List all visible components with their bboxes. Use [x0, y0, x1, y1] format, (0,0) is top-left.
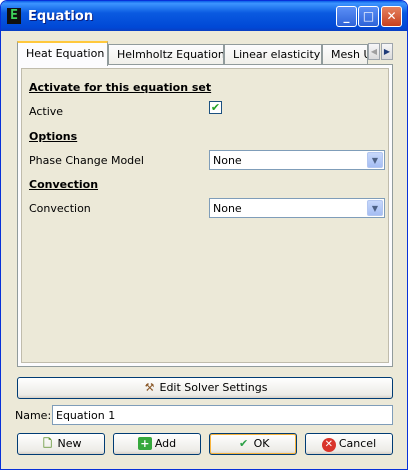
convection-select[interactable]: None ▼: [209, 198, 385, 218]
name-input[interactable]: [52, 405, 393, 425]
ok-label: OK: [253, 437, 270, 450]
minimize-button[interactable]: _: [336, 6, 357, 27]
checkmark-icon: ✔: [238, 437, 249, 450]
new-document-icon: 🗋: [43, 437, 52, 450]
name-label: Name:: [15, 409, 52, 422]
equation-tabs: Heat Equation Helmholtz Equation Linear …: [17, 41, 393, 66]
add-label: Add: [154, 437, 177, 450]
activate-section-heading: Activate for this equation set: [29, 81, 212, 94]
maximize-icon: □: [362, 9, 375, 23]
edit-solver-settings-button[interactable]: ⚒ Edit Solver Settings: [17, 377, 393, 399]
active-checkbox[interactable]: ✔: [209, 101, 222, 114]
new-label: New: [57, 437, 82, 450]
heat-equation-settings: Activate for this equation set Active ✔ …: [21, 68, 389, 363]
phase-change-value: None: [213, 154, 242, 167]
window-title: Equation: [28, 9, 94, 24]
tab-heat-equation[interactable]: Heat Equation: [17, 41, 108, 66]
convection-label: Convection: [29, 202, 91, 215]
tab-mesh-update[interactable]: Mesh Update: [322, 44, 368, 65]
new-button[interactable]: 🗋 New: [17, 433, 105, 455]
cancel-label: Cancel: [338, 437, 377, 450]
convection-value: None: [213, 202, 242, 215]
app-icon: E: [7, 8, 21, 24]
phase-change-label: Phase Change Model: [29, 154, 144, 167]
cancel-icon: ✕: [321, 438, 336, 452]
convection-section-heading: Convection: [29, 178, 99, 191]
title-bar[interactable]: E Equation _ □ ✕: [1, 1, 407, 31]
close-button[interactable]: ✕: [381, 6, 402, 27]
phase-change-select[interactable]: None ▼: [209, 150, 385, 170]
cancel-button[interactable]: ✕ Cancel: [305, 433, 393, 455]
maximize-button[interactable]: □: [358, 6, 379, 27]
add-button[interactable]: + Add: [113, 433, 201, 455]
close-icon: ✕: [386, 9, 397, 23]
active-label: Active: [29, 105, 64, 118]
hammer-icon: ⚒: [144, 381, 155, 394]
tab-scroll-left-icon[interactable]: ◀: [368, 43, 380, 60]
edit-solver-label: Edit Solver Settings: [159, 381, 268, 394]
equation-dialog: E Equation _ □ ✕ Heat Equation Helmholtz…: [0, 0, 408, 470]
chevron-down-icon[interactable]: ▼: [367, 152, 383, 168]
tab-scroll-right-icon[interactable]: ▶: [381, 43, 393, 60]
checkmark-icon: ✔: [210, 101, 221, 114]
ok-button[interactable]: ✔ OK: [209, 433, 297, 455]
minimize-icon: _: [343, 9, 350, 23]
options-section-heading: Options: [29, 130, 78, 143]
tab-panel: Activate for this equation set Active ✔ …: [17, 64, 393, 367]
chevron-down-icon[interactable]: ▼: [367, 200, 383, 216]
plus-icon: +: [137, 437, 152, 450]
tab-linear-elasticity[interactable]: Linear elasticity: [224, 44, 322, 65]
tab-helmholtz-equation[interactable]: Helmholtz Equation: [108, 44, 224, 65]
